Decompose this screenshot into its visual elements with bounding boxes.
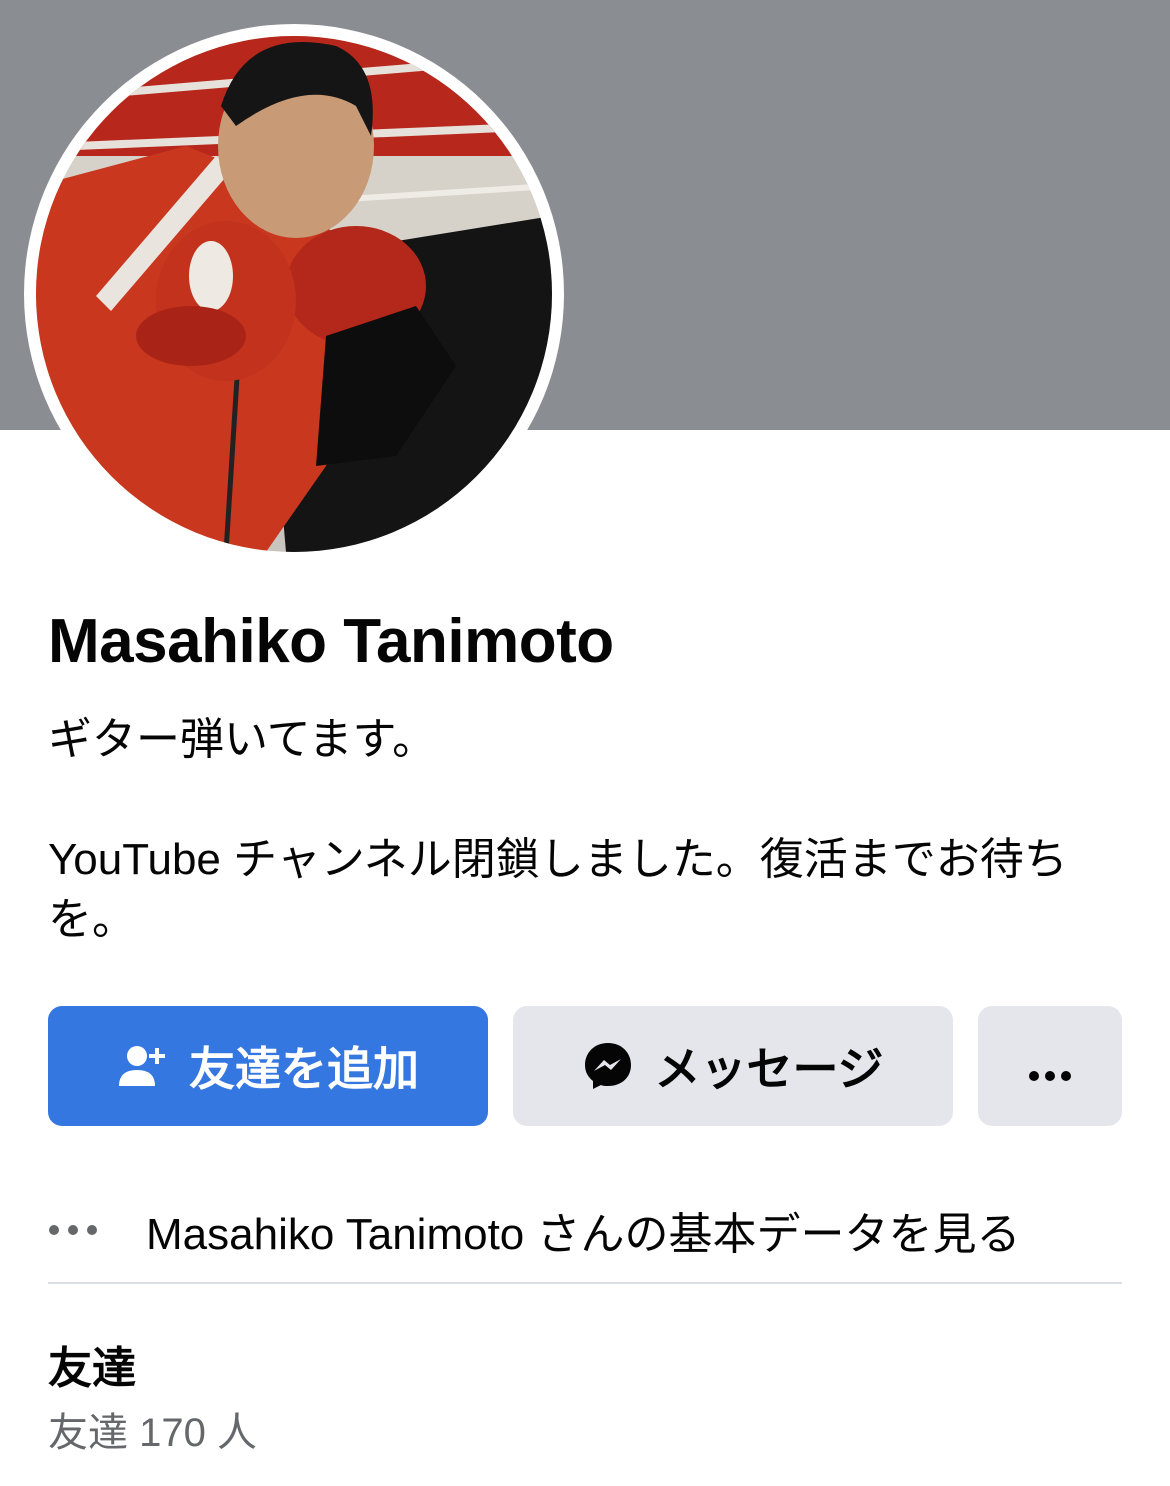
- avatar-photo: [36, 36, 552, 552]
- bio-gap: [48, 770, 1128, 830]
- about-info-label: Masahiko Tanimoto さんの基本データを見る: [146, 1210, 1021, 1259]
- profile-actions: 友達を追加 メッセージ: [48, 1006, 1122, 1126]
- message-button[interactable]: メッセージ: [513, 1006, 953, 1126]
- profile-page: Masahiko Tanimoto ギター弾いてます。 YouTube チャンネ…: [0, 0, 1170, 1486]
- section-divider: [48, 1282, 1122, 1284]
- messenger-icon: [582, 1040, 634, 1092]
- more-dots-icon: [48, 1224, 104, 1236]
- profile-avatar[interactable]: [24, 24, 564, 564]
- message-label: メッセージ: [654, 1043, 884, 1095]
- add-friend-button[interactable]: 友達を追加: [48, 1006, 488, 1126]
- profile-bio: ギター弾いてます。 YouTube チャンネル閉鎖しました。復活までお待ちを。: [48, 710, 1128, 950]
- more-options-button[interactable]: [978, 1006, 1122, 1126]
- friends-section-title[interactable]: 友達: [48, 1332, 136, 1396]
- friends-count: 友達 170 人: [48, 1411, 257, 1455]
- more-dots-icon: [1028, 1039, 1072, 1093]
- add-friend-label: 友達を追加: [189, 1043, 419, 1095]
- profile-name: Masahiko Tanimoto: [48, 607, 614, 676]
- bio-line-1: ギター弾いてます。: [48, 715, 437, 764]
- person-add-icon: [117, 1040, 169, 1092]
- about-info-link[interactable]: Masahiko Tanimoto さんの基本データを見る: [48, 1190, 1122, 1270]
- bio-line-2: YouTube チャンネル閉鎖しました。復活までお待ちを。: [48, 835, 1068, 944]
